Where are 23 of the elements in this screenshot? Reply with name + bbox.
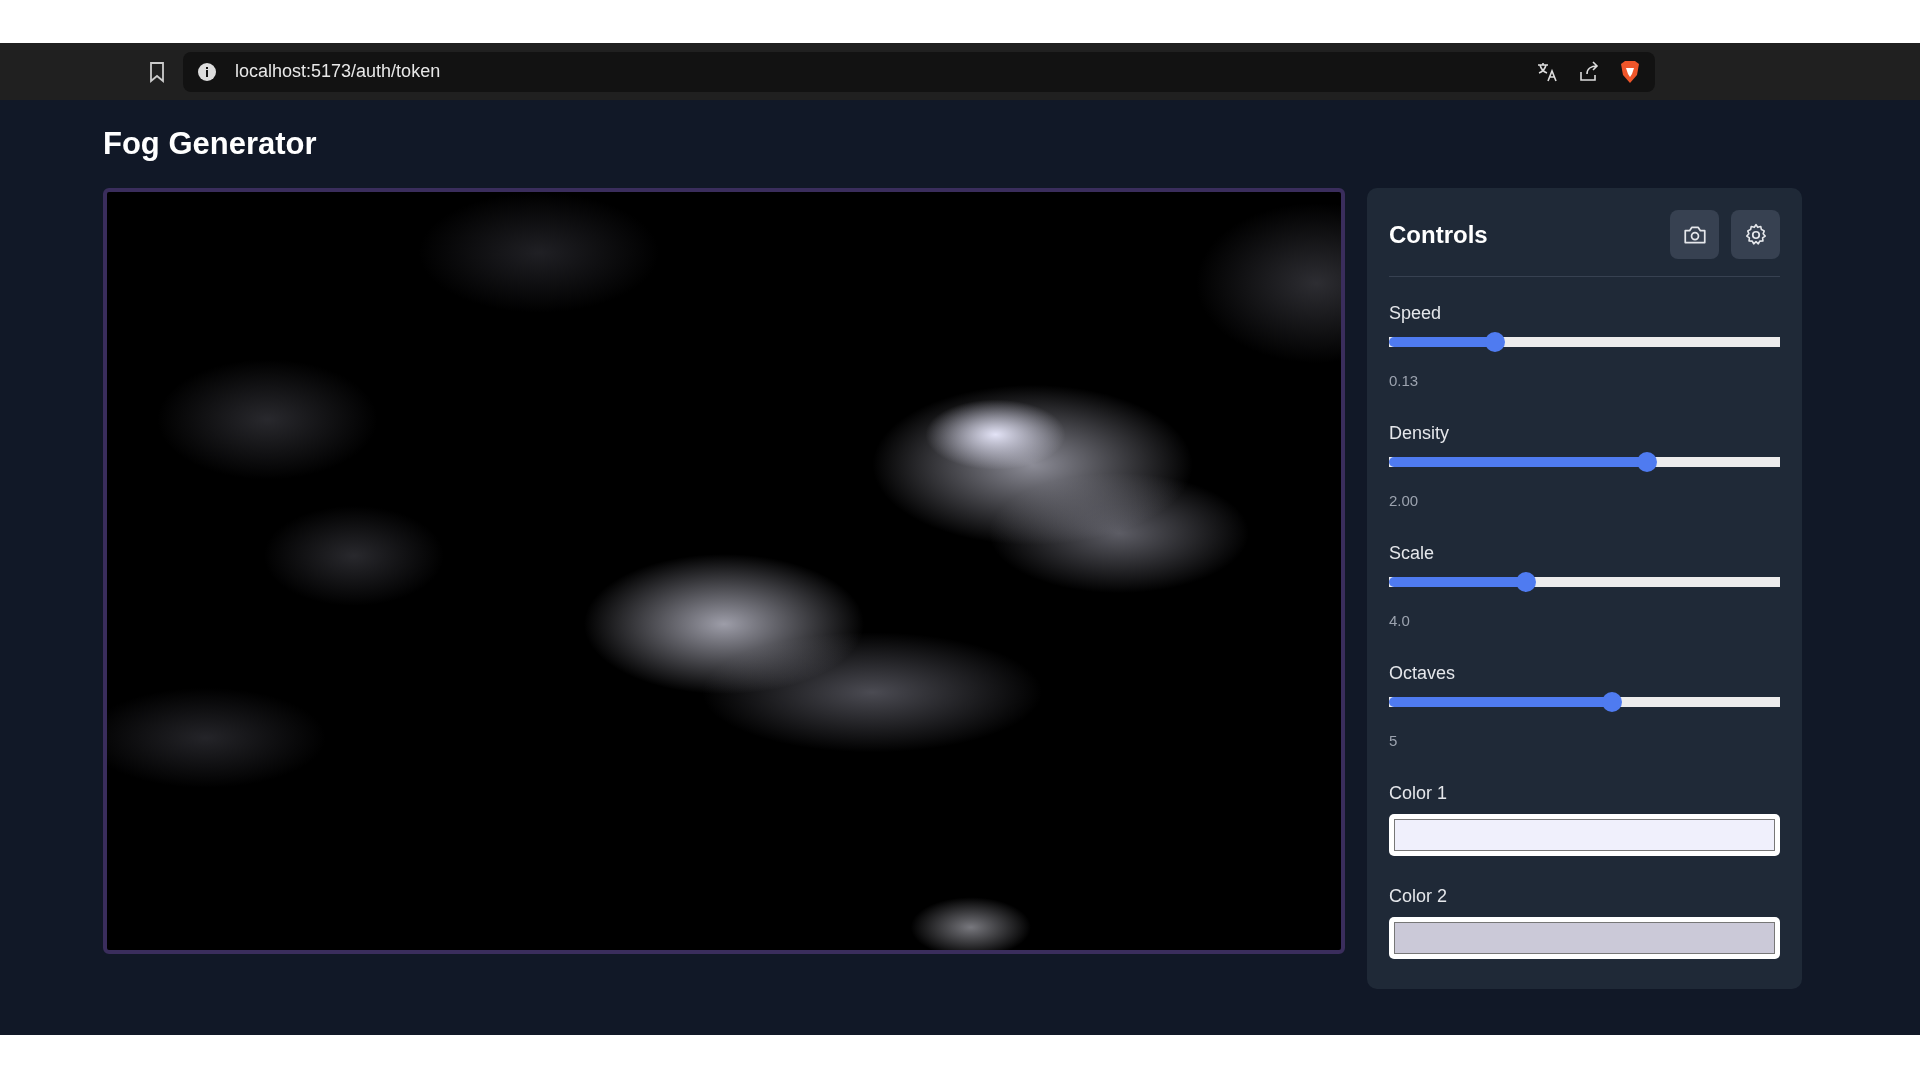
info-icon[interactable] — [197, 61, 217, 82]
slider-label: Scale — [1389, 543, 1436, 564]
slider-label: Octaves — [1389, 663, 1457, 684]
url-text: localhost:5173/auth/token — [235, 61, 442, 82]
color-label: Color 1 — [1389, 783, 1449, 804]
slider-value: 5 — [1389, 732, 1399, 749]
shield-icon[interactable] — [1619, 59, 1641, 84]
color-label: Color 2 — [1389, 886, 1449, 907]
settings-button[interactable] — [1731, 210, 1780, 259]
panel-title: Controls — [1389, 220, 1488, 249]
address-bar[interactable]: localhost:5173/auth/token — [183, 51, 1655, 92]
slider-label: Speed — [1389, 303, 1443, 324]
slider-value: 4.0 — [1389, 612, 1411, 629]
page-title: Fog Generator — [103, 126, 318, 162]
slider-value: 2.00 — [1389, 492, 1420, 509]
slider-value: 0.13 — [1389, 372, 1420, 389]
slider-thumb[interactable] — [1484, 332, 1505, 352]
share-icon[interactable] — [1577, 59, 1601, 84]
slider-label: Density — [1389, 423, 1451, 444]
slider-thumb[interactable] — [1601, 692, 1622, 712]
slider-thumb[interactable] — [1515, 572, 1536, 592]
slider-thumb[interactable] — [1637, 452, 1658, 472]
screenshot-button[interactable] — [1670, 210, 1719, 259]
